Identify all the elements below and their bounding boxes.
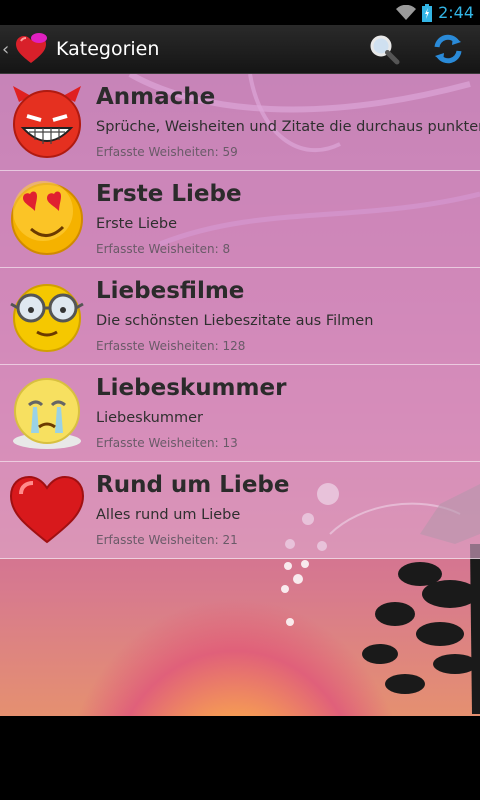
status-time: 2:44 [438,3,474,22]
list-item[interactable]: Liebesfilme Die schönsten Liebeszitate a… [0,268,480,365]
battery-icon [422,3,433,22]
category-count: Erfasste Weisheiten: 21 [96,533,238,547]
category-title: Rund um Liebe [96,472,290,498]
list-item[interactable]: Liebeskummer Liebeskummer Erfasste Weish… [0,365,480,462]
up-caret-icon[interactable]: ‹ [2,39,14,60]
list-item[interactable]: Anmache Sprüche, Weisheiten und Zitate d… [0,74,480,171]
page-title: Kategorien [56,38,160,60]
bottom-black-area [0,716,480,800]
category-description: Sprüche, Weisheiten und Zitate die durch… [96,119,480,135]
refresh-button[interactable] [416,25,480,73]
status-icons: 2:44 [396,0,474,25]
list-item[interactable]: Erste Liebe Erste Liebe Erfasste Weishei… [0,171,480,268]
category-title: Erste Liebe [96,181,242,207]
wifi-icon [396,4,417,20]
heart-eyes-smiley-icon [11,181,83,255]
action-bar: ‹ Kategorien [0,25,480,74]
category-count: Erfasste Weisheiten: 59 [96,145,238,159]
category-description: Erste Liebe [96,216,178,232]
heart-icon [9,475,85,544]
status-bar: 2:44 [0,0,480,25]
category-list: Anmache Sprüche, Weisheiten und Zitate d… [0,74,480,559]
list-item[interactable]: Rund um Liebe Alles rund um Liebe Erfass… [0,462,480,559]
search-icon [370,35,400,65]
glasses-smiley-icon [10,284,84,352]
category-description: Die schönsten Liebeszitate aus Filmen [96,313,374,329]
app-heart-logo[interactable] [14,32,48,66]
category-description: Alles rund um Liebe [96,507,241,523]
category-title: Liebeskummer [96,375,287,401]
category-description: Liebeskummer [96,410,203,426]
devil-smiley-icon [13,86,81,158]
category-count: Erfasste Weisheiten: 13 [96,436,238,450]
category-count: Erfasste Weisheiten: 128 [96,339,246,353]
crying-smiley-icon [13,378,81,449]
search-button[interactable] [352,25,416,73]
category-title: Anmache [96,84,216,110]
refresh-icon [434,34,462,64]
category-count: Erfasste Weisheiten: 8 [96,242,231,256]
category-title: Liebesfilme [96,278,245,304]
